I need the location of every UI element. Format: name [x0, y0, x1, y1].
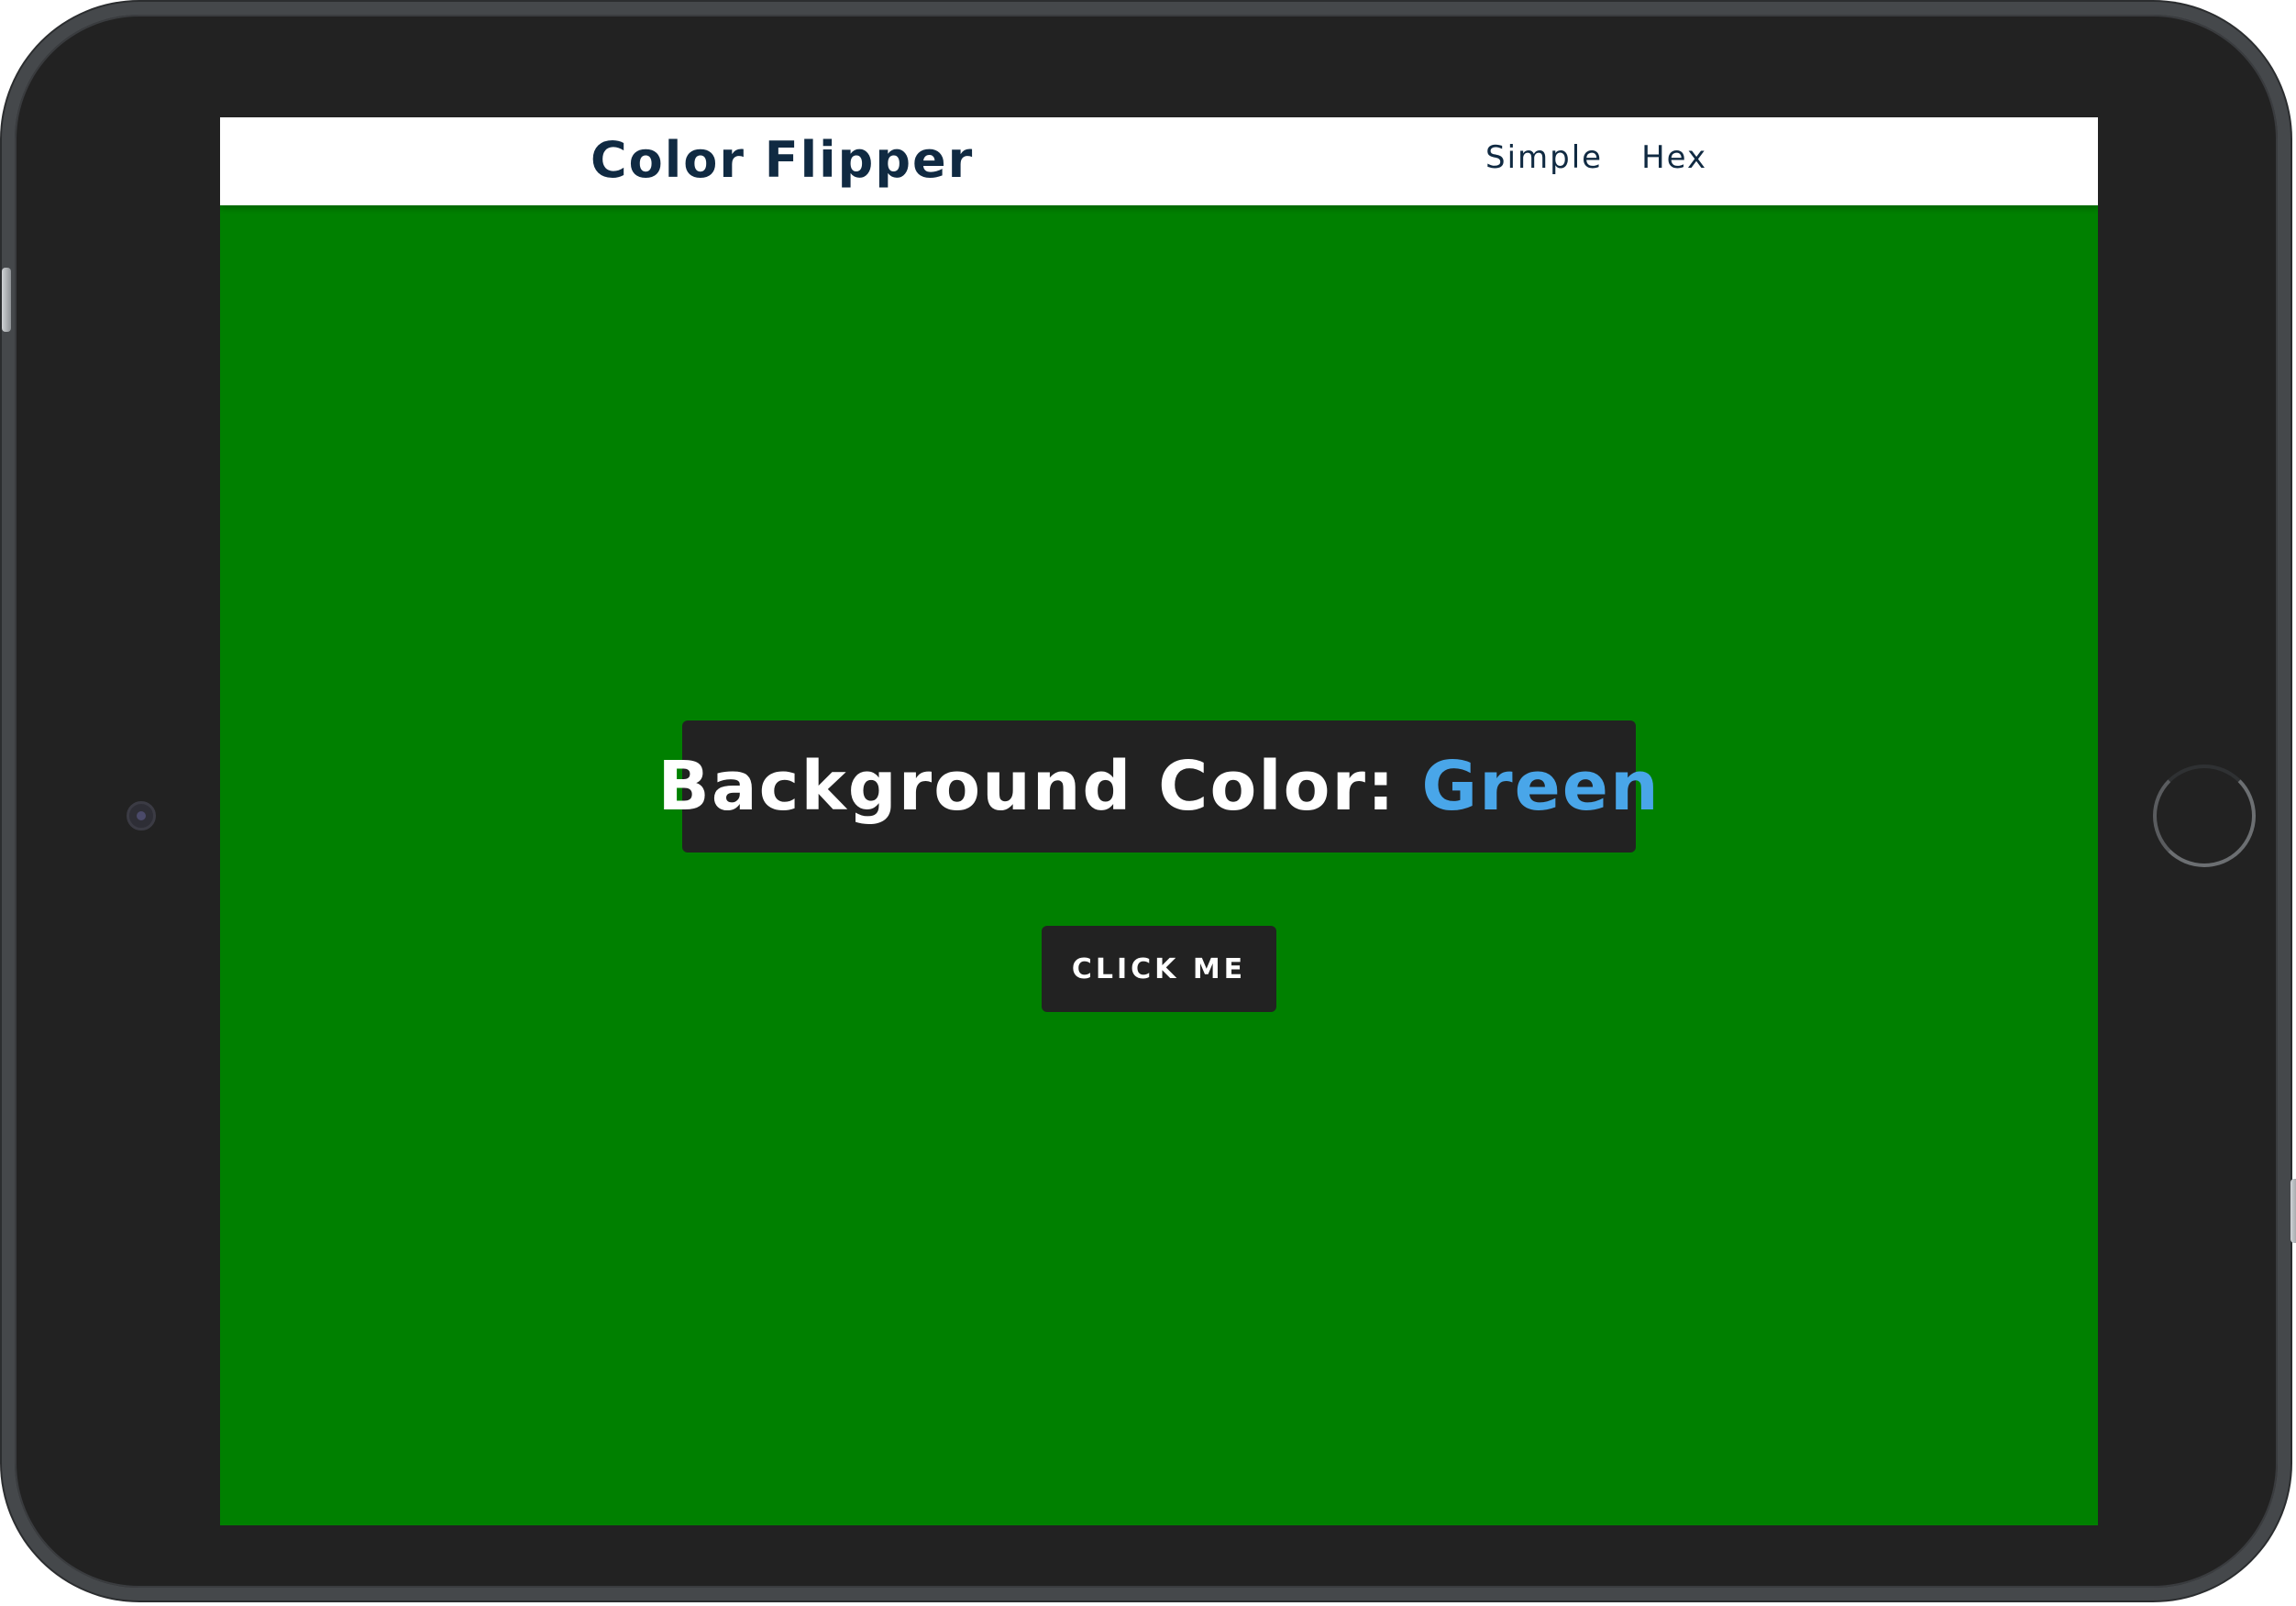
main-container: Background Color: Green CLICK ME [220, 205, 2098, 1525]
nav-link-simple[interactable]: Simple [1485, 139, 1603, 176]
side-volume-button [2, 268, 11, 332]
click-me-button[interactable]: CLICK ME [1042, 926, 1276, 1012]
color-display-box: Background Color: Green [657, 720, 1659, 852]
color-heading-prefix: Background Color: [657, 747, 1422, 826]
nav-links: Simple Hex [1485, 139, 1707, 176]
front-camera [127, 801, 156, 830]
nav-link-hex[interactable]: Hex [1641, 139, 1707, 176]
brand-title: Color Flipper [591, 131, 975, 189]
color-name: Green [1421, 747, 1661, 826]
color-heading: Background Color: Green [657, 747, 1660, 826]
app-screen: Color Flipper Simple Hex Background Colo… [220, 117, 2098, 1525]
home-button[interactable] [2153, 764, 2256, 867]
side-power-button [2290, 1179, 2296, 1243]
navbar: Color Flipper Simple Hex [220, 117, 2098, 205]
tablet-frame: Color Flipper Simple Hex Background Colo… [2, 2, 2296, 1600]
